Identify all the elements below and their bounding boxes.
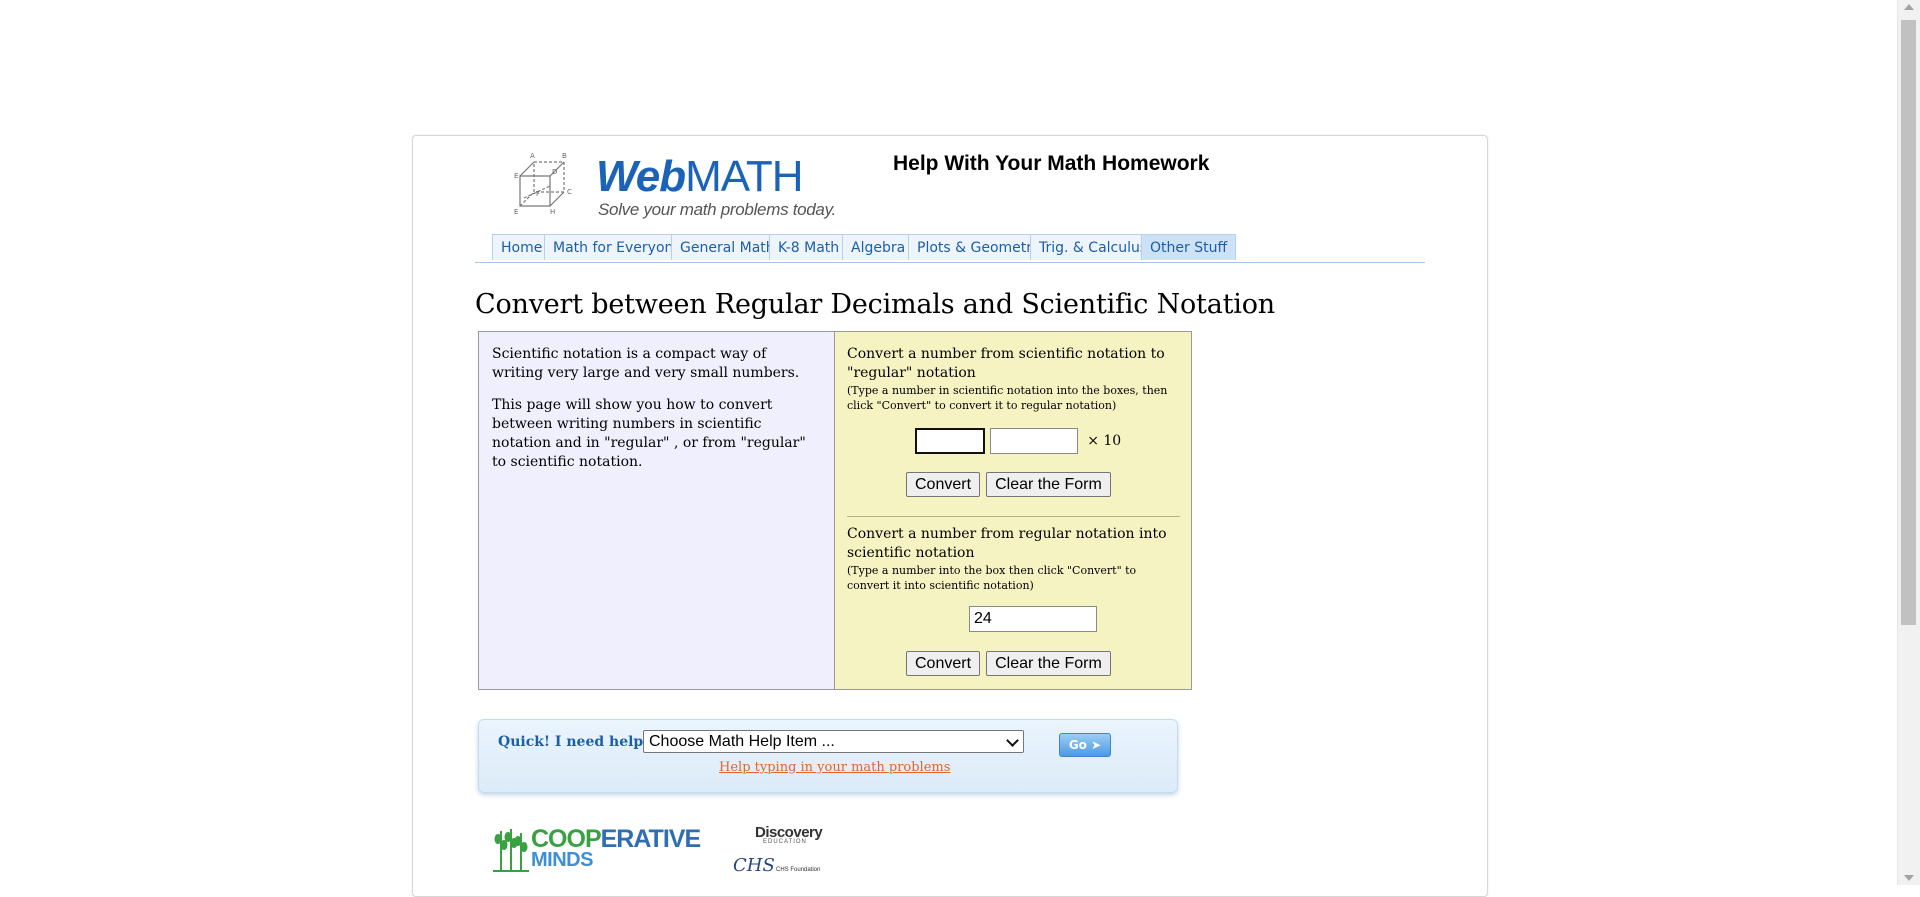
regular-to-sci-title: Convert a number from regular notation i… — [847, 526, 1167, 561]
nav-tab-plots-geometry[interactable]: Plots & Geometry — [908, 234, 1050, 260]
logo-tagline: Solve your math problems today. — [598, 200, 836, 219]
chevron-down-icon — [1006, 734, 1019, 747]
convert-to-regular-button[interactable]: Convert — [906, 472, 981, 497]
times-ten-label: × 10 — [1087, 433, 1122, 449]
regular-input-row: 24 — [969, 606, 1097, 632]
nav-tab-other-stuff[interactable]: Other Stuff — [1141, 234, 1237, 260]
nav-tab-general-math[interactable]: General Math — [671, 234, 784, 260]
sci-to-regular-section: Convert a number from scientific notatio… — [847, 345, 1177, 413]
sci-input-row: × 10 — [915, 428, 1121, 454]
wheat-icon — [493, 829, 529, 872]
cube-diagram-icon: A B E C D E H F — [514, 152, 572, 216]
logo-wordmark: WebMATH — [596, 152, 803, 201]
scroll-thumb[interactable] — [1901, 20, 1916, 625]
chs-foundation-logo[interactable]: CHS — [733, 855, 775, 876]
svg-text:C: C — [567, 188, 572, 196]
intro-paragraph-1: Scientific notation is a compact way of … — [492, 346, 800, 381]
regular-button-row: Convert Clear the Form — [906, 651, 1112, 676]
quick-help-bar: Quick! I need help with: Choose Math Hel… — [478, 719, 1178, 793]
minds-text: MINDS — [531, 849, 593, 871]
sci-to-regular-note: (Type a number in scientific notation in… — [847, 384, 1168, 412]
nav-tab-k8-math[interactable]: K-8 Math — [769, 234, 849, 260]
page-container: A B E C D E H F WebMATH Solve your math prob… — [412, 135, 1488, 897]
sci-to-regular-title: Convert a number from scientific notatio… — [847, 346, 1165, 381]
cooperative-minds-logo[interactable]: COOPERATIVE MINDS — [493, 825, 723, 875]
svg-text:E: E — [514, 208, 518, 216]
help-typing-link[interactable]: Help typing in your math problems — [719, 760, 950, 775]
page-title: Convert between Regular Decimals and Sci… — [475, 289, 1275, 320]
clear-form-button-2[interactable]: Clear the Form — [986, 651, 1111, 676]
regular-to-sci-section: Convert a number from regular notation i… — [847, 525, 1177, 593]
go-button[interactable]: Go ➤ — [1059, 733, 1111, 757]
math-help-select[interactable]: Choose Math Help Item ... — [643, 730, 1024, 753]
nav-tab-math-for-everyone[interactable]: Math for Everyone — [544, 234, 692, 260]
math-help-select-value: Choose Math Help Item ... — [649, 733, 835, 750]
svg-text:F: F — [536, 190, 540, 198]
regular-to-sci-note: (Type a number into the box then click "… — [847, 564, 1137, 592]
svg-text:A: A — [530, 152, 535, 160]
svg-text:H: H — [550, 208, 555, 216]
intro-panel: Scientific notation is a compact way of … — [478, 331, 835, 690]
convert-to-sci-button[interactable]: Convert — [906, 651, 981, 676]
nav-tab-home[interactable]: Home — [492, 234, 552, 260]
nav-tab-algebra[interactable]: Algebra — [842, 234, 915, 260]
converter-panel: Convert a number from scientific notatio… — [835, 331, 1192, 690]
site-header-title: Help With Your Math Homework — [893, 152, 1210, 175]
regular-number-input[interactable]: 24 — [969, 606, 1097, 632]
scroll-down-arrow-icon[interactable] — [1904, 875, 1914, 881]
discovery-education-sub: EDUCATION — [763, 839, 807, 845]
webmath-logo[interactable]: A B E C D E H F WebMATH Solve your math prob… — [510, 146, 836, 224]
svg-text:B: B — [562, 152, 567, 160]
svg-text:D: D — [552, 168, 557, 176]
section-divider — [847, 516, 1180, 517]
main-nav: Home Math for Everyone General Math K-8 … — [475, 234, 1425, 263]
clear-form-button-1[interactable]: Clear the Form — [986, 472, 1111, 497]
sci-button-row: Convert Clear the Form — [906, 472, 1112, 497]
exponent-input[interactable] — [990, 428, 1079, 454]
mantissa-input[interactable] — [915, 428, 985, 454]
scroll-up-arrow-icon[interactable] — [1904, 4, 1914, 10]
chs-foundation-sub: CHS Foundation — [776, 867, 821, 873]
nav-tab-trig-calculus[interactable]: Trig. & Calculus — [1030, 234, 1157, 260]
svg-text:E: E — [514, 172, 518, 180]
page-scrollbar[interactable] — [1897, 0, 1920, 885]
intro-paragraph-2: This page will show you how to convert b… — [492, 397, 806, 470]
